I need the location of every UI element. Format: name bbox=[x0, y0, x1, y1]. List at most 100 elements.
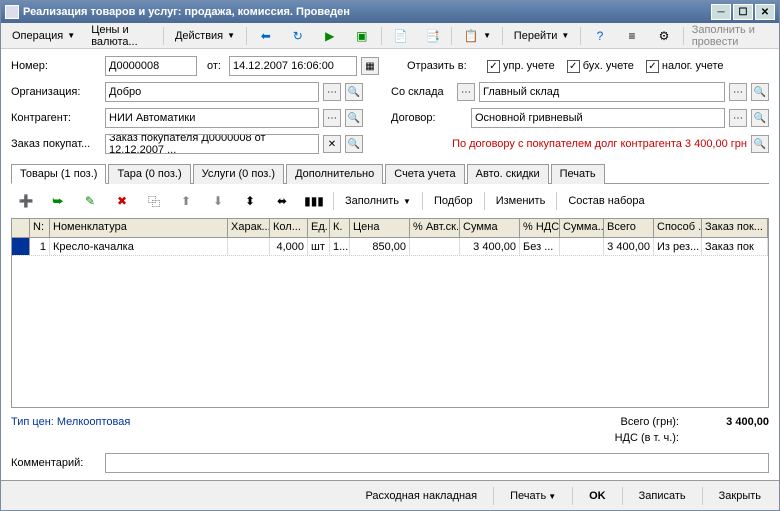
contractor-input[interactable]: НИИ Автоматики bbox=[105, 108, 319, 128]
comment-label: Комментарий: bbox=[11, 457, 101, 469]
col-k[interactable]: К. bbox=[330, 219, 350, 237]
move-down-icon[interactable]: ⬇ bbox=[203, 191, 233, 211]
mgmt-checkbox[interactable]: ✓ bbox=[487, 60, 500, 73]
contract-lookup-icon[interactable]: 🔍 bbox=[751, 109, 769, 127]
operation-menu[interactable]: Операция▼ bbox=[5, 26, 82, 46]
price-type-label: Тип цен: Мелкооптовая bbox=[11, 416, 599, 444]
tabs: Товары (1 поз.) Тара (0 поз.) Услуги (0 … bbox=[11, 163, 769, 184]
col-price[interactable]: Цена bbox=[350, 219, 410, 237]
delete-row-icon[interactable]: ✖ bbox=[107, 191, 137, 211]
unpost-icon[interactable]: ▣ bbox=[347, 26, 377, 46]
print-button[interactable]: Печать▼ bbox=[502, 488, 564, 504]
contract-input[interactable]: Основной гривневый bbox=[471, 108, 725, 128]
goods-grid: N: Номенклатура Харак... Кол... Ед. К. Ц… bbox=[11, 218, 769, 408]
number-input[interactable]: Д0000008 bbox=[105, 56, 197, 76]
contractor-lookup-icon[interactable]: 🔍 bbox=[345, 109, 363, 127]
number-label: Номер: bbox=[11, 60, 101, 72]
add-row-icon[interactable]: ➕ bbox=[11, 191, 41, 211]
fill-menu[interactable]: Заполнить▼ bbox=[338, 191, 418, 211]
col-qty[interactable]: Кол... bbox=[270, 219, 308, 237]
acc-checkbox[interactable]: ✓ bbox=[567, 60, 580, 73]
close-button[interactable]: ✕ bbox=[755, 4, 775, 20]
main-toolbar: Операция▼ Цены и валюта... Действия▼ ⬅ ↻… bbox=[1, 23, 779, 49]
grid-body[interactable]: 1 Кресло-качалка 4,000 шт 1... 850,00 3 … bbox=[12, 238, 768, 407]
col-vatpct[interactable]: % НДС bbox=[520, 219, 560, 237]
contractor-label: Контрагент: bbox=[11, 112, 101, 124]
help-icon[interactable]: ? bbox=[585, 26, 615, 46]
col-characteristic[interactable]: Харак... bbox=[228, 219, 270, 237]
org-select-icon[interactable]: ⋯ bbox=[323, 83, 341, 101]
col-vatsum[interactable]: Сумма... bbox=[560, 219, 604, 237]
warehouse-lookup-icon[interactable]: 🔍 bbox=[751, 83, 769, 101]
tab-extra[interactable]: Дополнительно bbox=[286, 164, 383, 184]
barcode-icon[interactable]: ▮▮▮ bbox=[299, 191, 329, 211]
post-icon[interactable]: ▶ bbox=[315, 26, 345, 46]
contractor-select-icon[interactable]: ⋯ bbox=[323, 109, 341, 127]
tab-autodiscounts[interactable]: Авто. скидки bbox=[467, 164, 549, 184]
tab-print[interactable]: Печать bbox=[551, 164, 605, 184]
vat-value bbox=[699, 432, 769, 444]
actions-menu[interactable]: Действия▼ bbox=[168, 26, 242, 46]
vat-label: НДС (в т. ч.): bbox=[599, 432, 679, 444]
maximize-button[interactable]: ☐ bbox=[733, 4, 753, 20]
table-row[interactable]: 1 Кресло-качалка 4,000 шт 1... 850,00 3 … bbox=[12, 238, 768, 256]
col-unit[interactable]: Ед. bbox=[308, 219, 330, 237]
ok-button[interactable]: OK bbox=[581, 488, 614, 504]
order-input[interactable]: Заказ покупателя Д0000008 от 12.12.2007 … bbox=[105, 134, 319, 154]
calendar-icon[interactable]: ▦ bbox=[361, 57, 379, 75]
bottom-bar: Расходная накладная Печать▼ OK Записать … bbox=[1, 480, 779, 510]
tab-goods[interactable]: Товары (1 поз.) bbox=[11, 164, 106, 184]
col-method[interactable]: Способ ... bbox=[654, 219, 702, 237]
order-lookup-icon[interactable]: 🔍 bbox=[345, 135, 363, 153]
total-label: Всего (грн): bbox=[599, 416, 679, 428]
col-order[interactable]: Заказ пок... bbox=[702, 219, 768, 237]
goto-menu[interactable]: Перейти▼ bbox=[507, 26, 577, 46]
col-marker[interactable] bbox=[12, 219, 30, 237]
date-input[interactable]: 14.12.2007 16:06:00 bbox=[229, 56, 357, 76]
col-nomenclature[interactable]: Номенклатура bbox=[50, 219, 228, 237]
move-up-icon[interactable]: ⬆ bbox=[171, 191, 201, 211]
col-total[interactable]: Всего bbox=[604, 219, 654, 237]
select-button[interactable]: Подбор bbox=[427, 191, 480, 211]
sort-asc-icon[interactable]: ⬍ bbox=[235, 191, 265, 211]
order-clear-icon[interactable]: ✕ bbox=[323, 135, 341, 153]
tab-accounts[interactable]: Счета учета bbox=[385, 164, 464, 184]
contract-label: Договор: bbox=[391, 112, 467, 124]
nav-back-icon[interactable]: ⬅ bbox=[251, 26, 281, 46]
tab-services[interactable]: Услуги (0 поз.) bbox=[193, 164, 284, 184]
organization-input[interactable]: Добро bbox=[105, 82, 319, 102]
app-icon bbox=[5, 5, 19, 19]
based-on-icon[interactable]: 📑 bbox=[417, 26, 447, 46]
warehouse-select-icon[interactable]: ⋯ bbox=[729, 83, 747, 101]
edit-row-icon[interactable]: ✎ bbox=[75, 191, 105, 211]
save-button[interactable]: Записать bbox=[631, 488, 694, 504]
copy-row-icon[interactable]: ⿻ bbox=[139, 191, 169, 211]
row-marker bbox=[12, 238, 30, 255]
change-button[interactable]: Изменить bbox=[489, 191, 553, 211]
warehouse-input[interactable]: Главный склад bbox=[479, 82, 725, 102]
copy-icon[interactable]: 📄 bbox=[385, 26, 415, 46]
warehouse-type-icon[interactable]: ⋯ bbox=[457, 83, 475, 101]
insert-row-icon[interactable]: ⮩ bbox=[43, 191, 73, 211]
col-sum[interactable]: Сумма bbox=[460, 219, 520, 237]
close-button-bottom[interactable]: Закрыть bbox=[711, 488, 769, 504]
fill-post-label[interactable]: Заполнить и провести bbox=[688, 24, 775, 48]
tax-checkbox[interactable]: ✓ bbox=[646, 60, 659, 73]
col-autodisc[interactable]: % Авт.ск. bbox=[410, 219, 460, 237]
debt-lookup-icon[interactable]: 🔍 bbox=[751, 135, 769, 153]
invoice-button[interactable]: Расходная накладная bbox=[357, 488, 485, 504]
sort-desc-icon[interactable]: ⬌ bbox=[267, 191, 297, 211]
minimize-button[interactable]: ─ bbox=[711, 4, 731, 20]
prices-button[interactable]: Цены и валюта... bbox=[84, 26, 159, 46]
tab-tara[interactable]: Тара (0 поз.) bbox=[108, 164, 190, 184]
set-content-button[interactable]: Состав набора bbox=[561, 191, 651, 211]
col-n[interactable]: N: bbox=[30, 219, 50, 237]
settings-icon[interactable]: ⚙ bbox=[649, 26, 679, 46]
list-icon[interactable]: ≡ bbox=[617, 26, 647, 46]
reflect-label: Отразить в: bbox=[407, 60, 483, 72]
contract-select-icon[interactable]: ⋯ bbox=[729, 109, 747, 127]
create-based-icon[interactable]: 📋▼ bbox=[456, 26, 498, 46]
org-lookup-icon[interactable]: 🔍 bbox=[345, 83, 363, 101]
nav-reload-icon[interactable]: ↻ bbox=[283, 26, 313, 46]
comment-input[interactable] bbox=[105, 453, 769, 473]
